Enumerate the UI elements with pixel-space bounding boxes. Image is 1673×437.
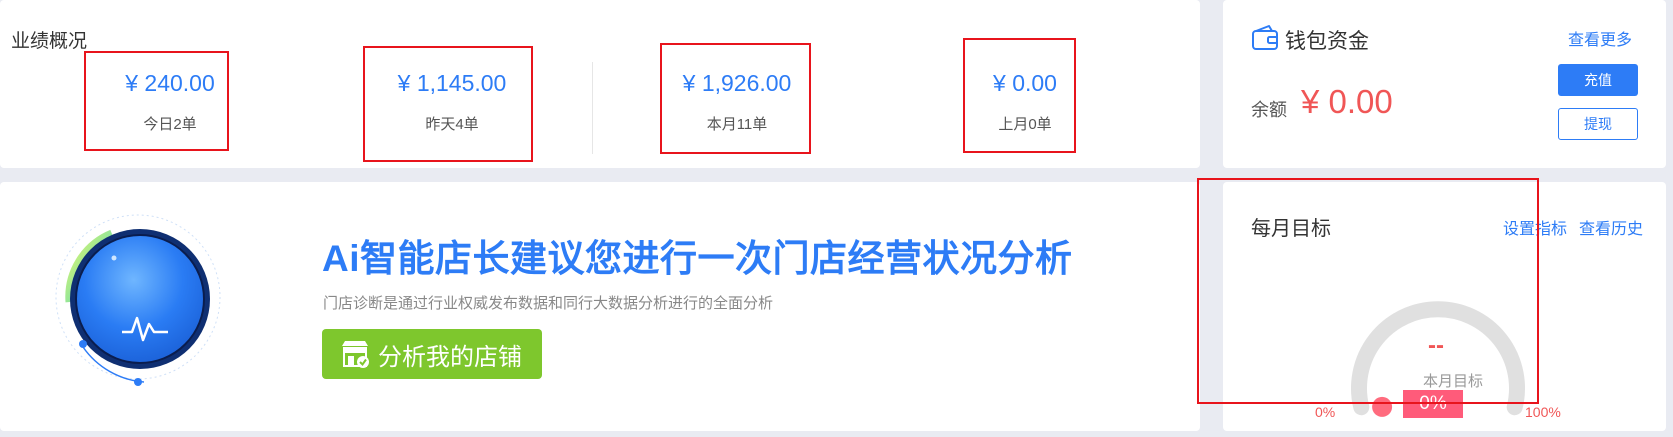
ai-orb-icon	[55, 214, 221, 386]
monthly-target-card: 每月目标 设置指标 查看历史 -- 本月目标 0% 0% 100%	[1197, 178, 1666, 431]
view-more-link[interactable]: 查看更多	[1568, 26, 1632, 50]
store-icon	[340, 340, 370, 368]
ai-headline: Ai智能店长建议您进行一次门店经营状况分析	[322, 238, 1073, 279]
wallet-card: 钱包资金 查看更多 余额 ¥ 0.00 充值 提现	[1223, 0, 1666, 168]
stat-divider	[592, 62, 593, 154]
highlight-box	[363, 46, 533, 162]
performance-card: 业绩概况 ¥ 240.00 今日2单 ¥ 1,145.00 昨天4单 ¥ 1,9…	[0, 0, 1200, 168]
view-history-link[interactable]: 查看历史	[1579, 215, 1643, 239]
balance-value: ¥ 0.00	[1301, 83, 1393, 120]
performance-title: 业绩概况	[11, 31, 88, 52]
gauge-max-label: 100%	[1525, 404, 1561, 420]
highlight-box	[84, 51, 229, 151]
analyze-store-label: 分析我的店铺	[378, 343, 522, 371]
recharge-button[interactable]: 充值	[1558, 64, 1638, 96]
ai-suggestion-card: Ai智能店长建议您进行一次门店经营状况分析 门店诊断是通过行业权威发布数据和同行…	[0, 182, 1200, 431]
highlight-box	[660, 43, 811, 154]
highlight-box	[963, 38, 1076, 153]
balance-label: 余额	[1251, 100, 1287, 120]
analyze-store-button[interactable]: 分析我的店铺	[322, 329, 542, 379]
withdraw-button[interactable]: 提现	[1558, 108, 1638, 140]
highlight-box	[1197, 178, 1539, 404]
gauge-min-label: 0%	[1315, 404, 1336, 420]
wallet-icon	[1251, 24, 1279, 57]
ai-description: 门店诊断是通过行业权威发布数据和同行大数据分析进行的全面分析	[323, 295, 774, 312]
wallet-title: 钱包资金	[1285, 30, 1369, 53]
